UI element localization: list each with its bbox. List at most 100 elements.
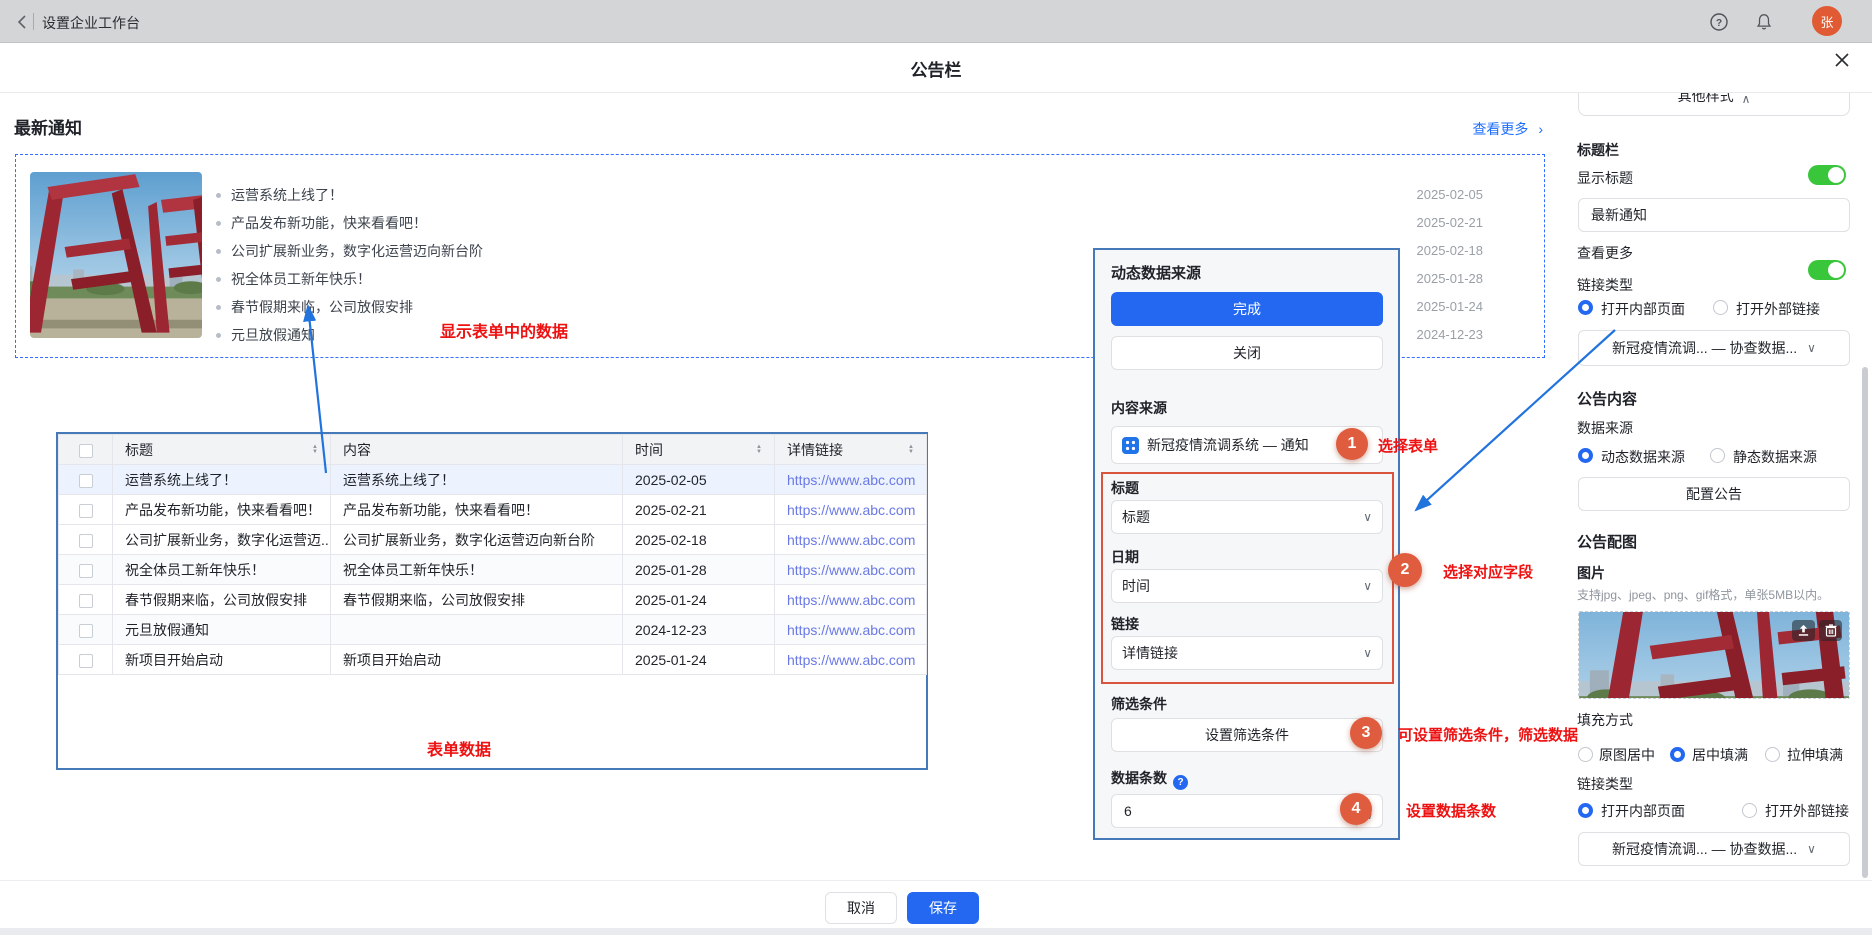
cell-link[interactable]: https://www.abc.com (787, 622, 915, 638)
field-date-select[interactable]: 时间∨ (1111, 569, 1383, 603)
cell-link[interactable]: https://www.abc.com (787, 562, 915, 578)
row-checkbox[interactable] (79, 594, 93, 608)
view-more-link[interactable]: 查看更多 › (1472, 119, 1543, 139)
sidebar-scrollbar[interactable] (1862, 367, 1868, 878)
preview-title: 最新通知 (14, 114, 82, 139)
back-icon[interactable] (12, 12, 32, 32)
cell-title: 祝全体员工新年快乐！ (113, 555, 331, 585)
fill-mode-label: 填充方式 (1577, 710, 1633, 730)
radio-internal-page-2[interactable] (1578, 803, 1593, 818)
notice-text: 祝全体员工新年快乐！ (231, 269, 371, 289)
radio-external-link[interactable] (1713, 300, 1728, 315)
notice-item[interactable]: 运营系统上线了！ (216, 185, 343, 205)
radio-internal-page[interactable] (1578, 300, 1593, 315)
set-filter-button[interactable]: 设置筛选条件 (1111, 718, 1383, 752)
radio-external-link-2[interactable] (1742, 803, 1757, 818)
radio-fill-center-label: 原图居中 (1599, 745, 1655, 765)
close-button[interactable]: 关闭 (1111, 336, 1383, 370)
internal-page-select-value: 新冠疫情流调... — 协查数据... (1612, 338, 1797, 358)
show-title-label: 显示标题 (1577, 168, 1633, 188)
annotation-step-4: 设置数据条数 (1406, 800, 1496, 821)
notice-item[interactable]: 产品发布新功能，快来看看吧！ (216, 213, 427, 233)
cell-title: 公司扩展新业务，数字化运营迈... (113, 525, 331, 555)
bullet-icon (216, 193, 221, 198)
radio-fill-stretch[interactable] (1765, 747, 1780, 762)
field-link-value: 详情链接 (1122, 643, 1178, 663)
notice-date: 2025-01-28 (1393, 269, 1483, 289)
upload-image-button[interactable] (1792, 620, 1815, 641)
row-checkbox[interactable] (79, 474, 93, 488)
question-circle-icon[interactable]: ? (1173, 775, 1188, 790)
notice-text: 公司扩展新业务，数字化运营迈向新台阶 (231, 241, 483, 261)
bell-icon[interactable] (1753, 11, 1775, 33)
cell-title: 元旦放假通知 (113, 615, 331, 645)
col-header-link: 详情链接 (787, 440, 843, 460)
footer-divider (0, 880, 1872, 881)
select-all-checkbox[interactable] (79, 444, 93, 458)
delete-image-button[interactable] (1819, 620, 1842, 641)
row-checkbox[interactable] (79, 654, 93, 668)
notice-text: 元旦放假通知 (231, 325, 315, 345)
row-checkbox[interactable] (79, 504, 93, 518)
radio-static-source-label: 静态数据来源 (1733, 447, 1817, 467)
internal-page-select-2[interactable]: 新冠疫情流调... — 协查数据... ∨ (1578, 832, 1850, 866)
radio-fill-fit-label: 居中填满 (1692, 745, 1748, 765)
image-label: 图片 (1577, 563, 1605, 583)
field-title-select[interactable]: 标题∨ (1111, 500, 1383, 534)
cell-content: 运营系统上线了！ (331, 465, 623, 495)
notice-item[interactable]: 公司扩展新业务，数字化运营迈向新台阶 (216, 241, 483, 261)
radio-fill-center[interactable] (1578, 747, 1593, 762)
app-icon (1122, 437, 1139, 454)
table-row: 元旦放假通知 2024-12-23 https://www.abc.com (59, 615, 927, 645)
chevron-right-icon: › (1538, 121, 1543, 137)
bullet-icon (216, 305, 221, 310)
cell-title: 运营系统上线了！ (113, 465, 331, 495)
close-icon[interactable] (1831, 49, 1853, 71)
done-button[interactable]: 完成 (1111, 292, 1383, 326)
row-checkbox[interactable] (79, 534, 93, 548)
annotation-step-2: 选择对应字段 (1443, 561, 1533, 582)
bullet-icon (216, 249, 221, 254)
cell-link[interactable]: https://www.abc.com (787, 502, 915, 518)
image-hint: 支持jpg、jpeg、png、gif格式，单张5MB以内。 (1577, 586, 1829, 603)
configure-announcement-button[interactable]: 配置公告 (1578, 477, 1850, 511)
show-title-toggle[interactable] (1808, 165, 1846, 185)
annotation-show-form-data: 显示表单中的数据 (440, 318, 568, 342)
notice-item[interactable]: 春节假期来临，公司放假安排 (216, 297, 413, 317)
avatar-text: 张 (1820, 12, 1833, 31)
cell-time: 2024-12-23 (623, 615, 775, 645)
content-source-label: 内容来源 (1111, 398, 1167, 418)
help-icon[interactable]: ? (1708, 11, 1730, 33)
content-source-value: 新冠疫情流调系统 — 通知 (1147, 435, 1309, 455)
cell-link[interactable]: https://www.abc.com (787, 592, 915, 608)
row-checkbox[interactable] (79, 564, 93, 578)
radio-fill-fit[interactable] (1670, 747, 1685, 762)
title-bar-section: 标题栏 (1577, 140, 1619, 160)
sort-icon[interactable]: ▲▼ (312, 445, 318, 455)
cell-link[interactable]: https://www.abc.com (787, 532, 915, 548)
row-checkbox[interactable] (79, 624, 93, 638)
notice-item[interactable]: 祝全体员工新年快乐！ (216, 269, 371, 289)
sort-icon[interactable]: ▲▼ (756, 445, 762, 455)
notice-item[interactable]: 元旦放假通知 (216, 325, 315, 345)
internal-page-select-2-value: 新冠疫情流调... — 协查数据... (1612, 839, 1797, 859)
title-text-input[interactable] (1578, 198, 1850, 232)
sort-icon[interactable]: ▲▼ (908, 445, 914, 455)
page-bottom-strip (0, 928, 1872, 935)
svg-text:?: ? (1716, 18, 1722, 29)
avatar[interactable]: 张 (1812, 6, 1842, 36)
cell-link[interactable]: https://www.abc.com (787, 472, 915, 488)
cell-link[interactable]: https://www.abc.com (787, 652, 915, 668)
view-more-toggle-label: 查看更多 (1577, 243, 1633, 263)
internal-page-select[interactable]: 新冠疫情流调... — 协查数据... ∨ (1578, 330, 1850, 366)
field-link-select[interactable]: 详情链接∨ (1111, 636, 1383, 670)
data-count-input[interactable] (1112, 803, 1342, 819)
cancel-button[interactable]: 取消 (825, 892, 897, 924)
view-more-toggle[interactable] (1808, 260, 1846, 280)
radio-dynamic-source[interactable] (1578, 448, 1593, 463)
bullet-icon (216, 333, 221, 338)
table-row: 产品发布新功能，快来看看吧！ 产品发布新功能，快来看看吧！ 2025-02-21… (59, 495, 927, 525)
cell-title: 新项目开始启动 (113, 645, 331, 675)
radio-static-source[interactable] (1710, 448, 1725, 463)
save-button[interactable]: 保存 (907, 892, 979, 924)
